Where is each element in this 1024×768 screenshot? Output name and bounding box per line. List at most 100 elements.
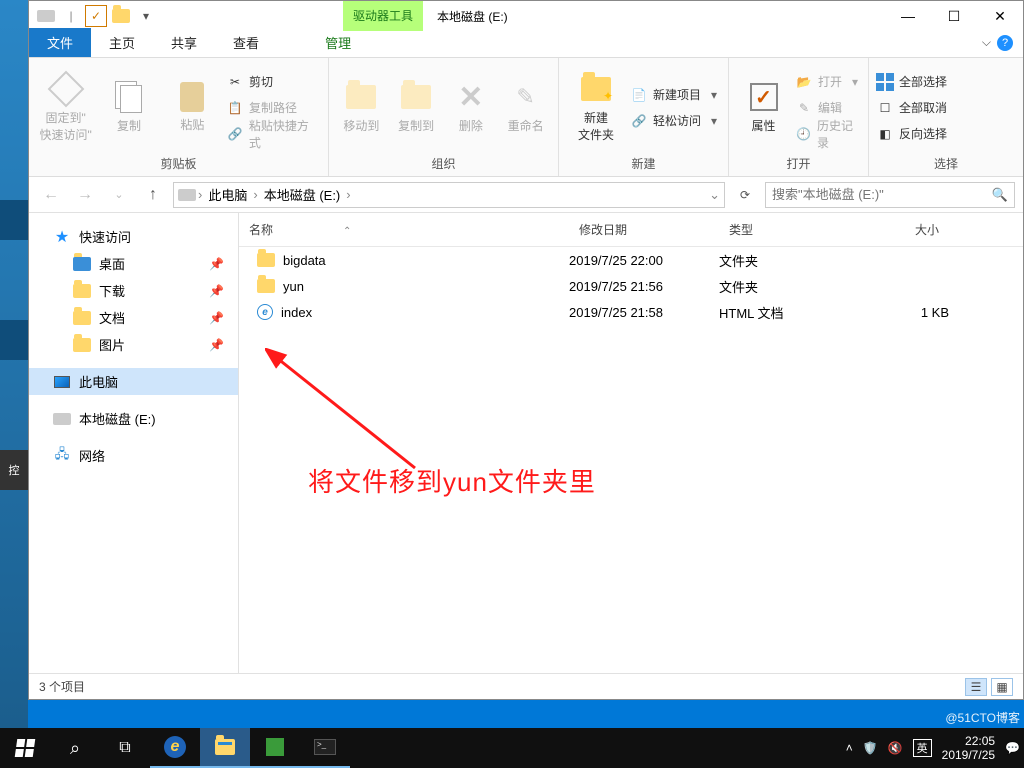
background-sliver: 控: [0, 0, 28, 728]
breadcrumb-dropdown-icon[interactable]: ⌄: [709, 187, 720, 203]
file-row[interactable]: bigdata 2019/7/25 22:00 文件夹: [239, 247, 1023, 273]
cut-button[interactable]: ✂剪切: [227, 70, 320, 94]
help-icon[interactable]: ?: [997, 35, 1013, 51]
col-size[interactable]: 大小: [869, 213, 949, 246]
tab-file[interactable]: 文件: [29, 28, 91, 57]
qa-properties-icon[interactable]: ✓: [85, 5, 107, 27]
col-date[interactable]: 修改日期: [569, 213, 719, 246]
nav-quick-access[interactable]: ★快速访问: [29, 223, 238, 250]
nav-desktop[interactable]: 桌面📌: [29, 250, 238, 277]
file-row[interactable]: yun 2019/7/25 21:56 文件夹: [239, 273, 1023, 299]
collapse-ribbon-icon[interactable]: ⌵: [982, 35, 991, 51]
minimize-button[interactable]: —: [885, 1, 931, 31]
tray-clock[interactable]: 22:052019/7/25: [942, 734, 995, 762]
properties-button[interactable]: 属性: [737, 68, 790, 148]
taskbar-app-green[interactable]: [250, 728, 300, 768]
file-date: 2019/7/25 22:00: [569, 253, 719, 268]
pin-quickaccess-button[interactable]: 固定到" 快速访问": [37, 68, 94, 148]
star-icon: ★: [53, 229, 71, 245]
chevron-icon[interactable]: ›: [346, 187, 350, 202]
address-bar: ← → ⌄ ↑ › 此电脑 › 本地磁盘 (E:) › ⌄ ⟳ 🔍: [29, 177, 1023, 213]
nav-back-button[interactable]: ←: [37, 181, 65, 209]
qa-drive-icon[interactable]: [35, 5, 57, 27]
select-none-button[interactable]: ☐全部取消: [877, 96, 947, 120]
pin-icon: 📌: [209, 257, 224, 271]
copy-to-button[interactable]: 复制到: [392, 68, 441, 148]
nav-recent-button[interactable]: ⌄: [105, 181, 133, 209]
history-button[interactable]: 🕘历史记录: [796, 122, 860, 146]
ime-indicator[interactable]: 英: [913, 739, 932, 757]
search-box[interactable]: 🔍: [765, 182, 1015, 208]
file-type: 文件夹: [719, 277, 869, 296]
taskbar-ie[interactable]: e: [150, 728, 200, 768]
search-icon[interactable]: 🔍: [992, 187, 1008, 203]
nav-downloads[interactable]: 下载📌: [29, 277, 238, 304]
nav-edrive[interactable]: 本地磁盘 (E:): [29, 405, 238, 432]
tab-share[interactable]: 共享: [153, 28, 215, 57]
nav-documents[interactable]: 文档📌: [29, 304, 238, 331]
file-date: 2019/7/25 21:58: [569, 305, 719, 320]
system-tray[interactable]: ˄ 🛡️ 🔇 英 22:052019/7/25 💬: [846, 734, 1024, 762]
start-button[interactable]: [0, 728, 50, 768]
group-new-label: 新建: [567, 153, 720, 174]
pin-icon: 📌: [209, 311, 224, 325]
refresh-button[interactable]: ⟳: [731, 188, 759, 202]
qa-separator: |: [60, 5, 82, 27]
nav-network[interactable]: 🖧网络: [29, 442, 238, 469]
view-details-button[interactable]: ☰: [965, 678, 987, 696]
taskbar-search-icon[interactable]: ⌕: [50, 728, 100, 768]
paste-button[interactable]: 粘贴: [164, 68, 221, 148]
tab-view[interactable]: 查看: [215, 28, 277, 57]
col-type[interactable]: 类型: [719, 213, 869, 246]
action-center-icon[interactable]: 💬: [1005, 741, 1020, 755]
chevron-icon[interactable]: ›: [198, 187, 202, 202]
nav-pane[interactable]: ★快速访问 桌面📌 下载📌 文档📌 图片📌 此电脑 本地磁盘 (E:) 🖧网络: [29, 213, 239, 673]
tab-home[interactable]: 主页: [91, 28, 153, 57]
new-item-button[interactable]: 📄新建项目▾: [631, 83, 717, 107]
status-bar: 3 个项目 ☰ ▦: [29, 673, 1023, 699]
taskbar-explorer[interactable]: [200, 728, 250, 768]
nav-this-pc[interactable]: 此电脑: [29, 368, 238, 395]
tray-volume-icon[interactable]: 🔇: [888, 741, 903, 755]
taskbar[interactable]: ⌕ ⧉ e >_ ˄ 🛡️ 🔇 英 22:052019/7/25 💬: [0, 728, 1024, 768]
file-type: HTML 文档: [719, 303, 869, 322]
open-button[interactable]: 📂打开▾: [796, 70, 860, 94]
qa-customize-icon[interactable]: ▾: [135, 5, 157, 27]
task-view-button[interactable]: ⧉: [100, 728, 150, 768]
maximize-button[interactable]: ☐: [931, 1, 977, 31]
move-to-button[interactable]: 移动到: [337, 68, 386, 148]
view-large-icons-button[interactable]: ▦: [991, 678, 1013, 696]
file-list[interactable]: 名称⌃ 修改日期 类型 大小 bigdata 2019/7/25 22:00 文…: [239, 213, 1023, 673]
new-folder-button[interactable]: 新建 文件夹: [567, 68, 625, 148]
copy-button[interactable]: 复制: [100, 68, 157, 148]
taskbar-cmd[interactable]: >_: [300, 728, 350, 768]
easy-access-button[interactable]: 🔗轻松访问▾: [631, 109, 717, 133]
col-name[interactable]: 名称⌃: [239, 213, 569, 246]
quick-access-toolbar: | ✓ ▾: [29, 1, 163, 31]
nav-up-button[interactable]: ↑: [139, 181, 167, 209]
qa-newfolder-icon[interactable]: [110, 5, 132, 27]
breadcrumb-thispc[interactable]: 此电脑: [204, 185, 251, 204]
tray-security-icon[interactable]: 🛡️: [863, 741, 878, 755]
folder-icon: [257, 279, 275, 293]
ribbon-tabs: 文件 主页 共享 查看 管理 ⌵ ?: [29, 31, 1023, 57]
invert-selection-button[interactable]: ◧反向选择: [877, 122, 947, 146]
monitor-icon: [53, 374, 71, 390]
tray-chevron-icon[interactable]: ˄: [846, 741, 853, 755]
chevron-icon[interactable]: ›: [253, 187, 257, 202]
breadcrumb[interactable]: › 此电脑 › 本地磁盘 (E:) › ⌄: [173, 182, 725, 208]
rename-button[interactable]: ✎ 重命名: [501, 68, 550, 148]
file-row[interactable]: eindex 2019/7/25 21:58 HTML 文档 1 KB: [239, 299, 1023, 325]
delete-button[interactable]: ✕ 删除: [447, 68, 496, 148]
tab-manage[interactable]: 管理: [307, 28, 369, 57]
paste-shortcut-button[interactable]: 🔗粘贴快捷方式: [227, 122, 320, 146]
nav-pictures[interactable]: 图片📌: [29, 331, 238, 358]
close-button[interactable]: ✕: [977, 1, 1023, 31]
search-input[interactable]: [772, 187, 992, 202]
nav-forward-button[interactable]: →: [71, 181, 99, 209]
window-controls: — ☐ ✕: [885, 1, 1023, 31]
file-name: yun: [283, 279, 304, 294]
select-all-button[interactable]: 全部选择: [877, 70, 947, 94]
breadcrumb-edrive[interactable]: 本地磁盘 (E:): [260, 185, 345, 204]
folder-icon: [73, 337, 91, 353]
